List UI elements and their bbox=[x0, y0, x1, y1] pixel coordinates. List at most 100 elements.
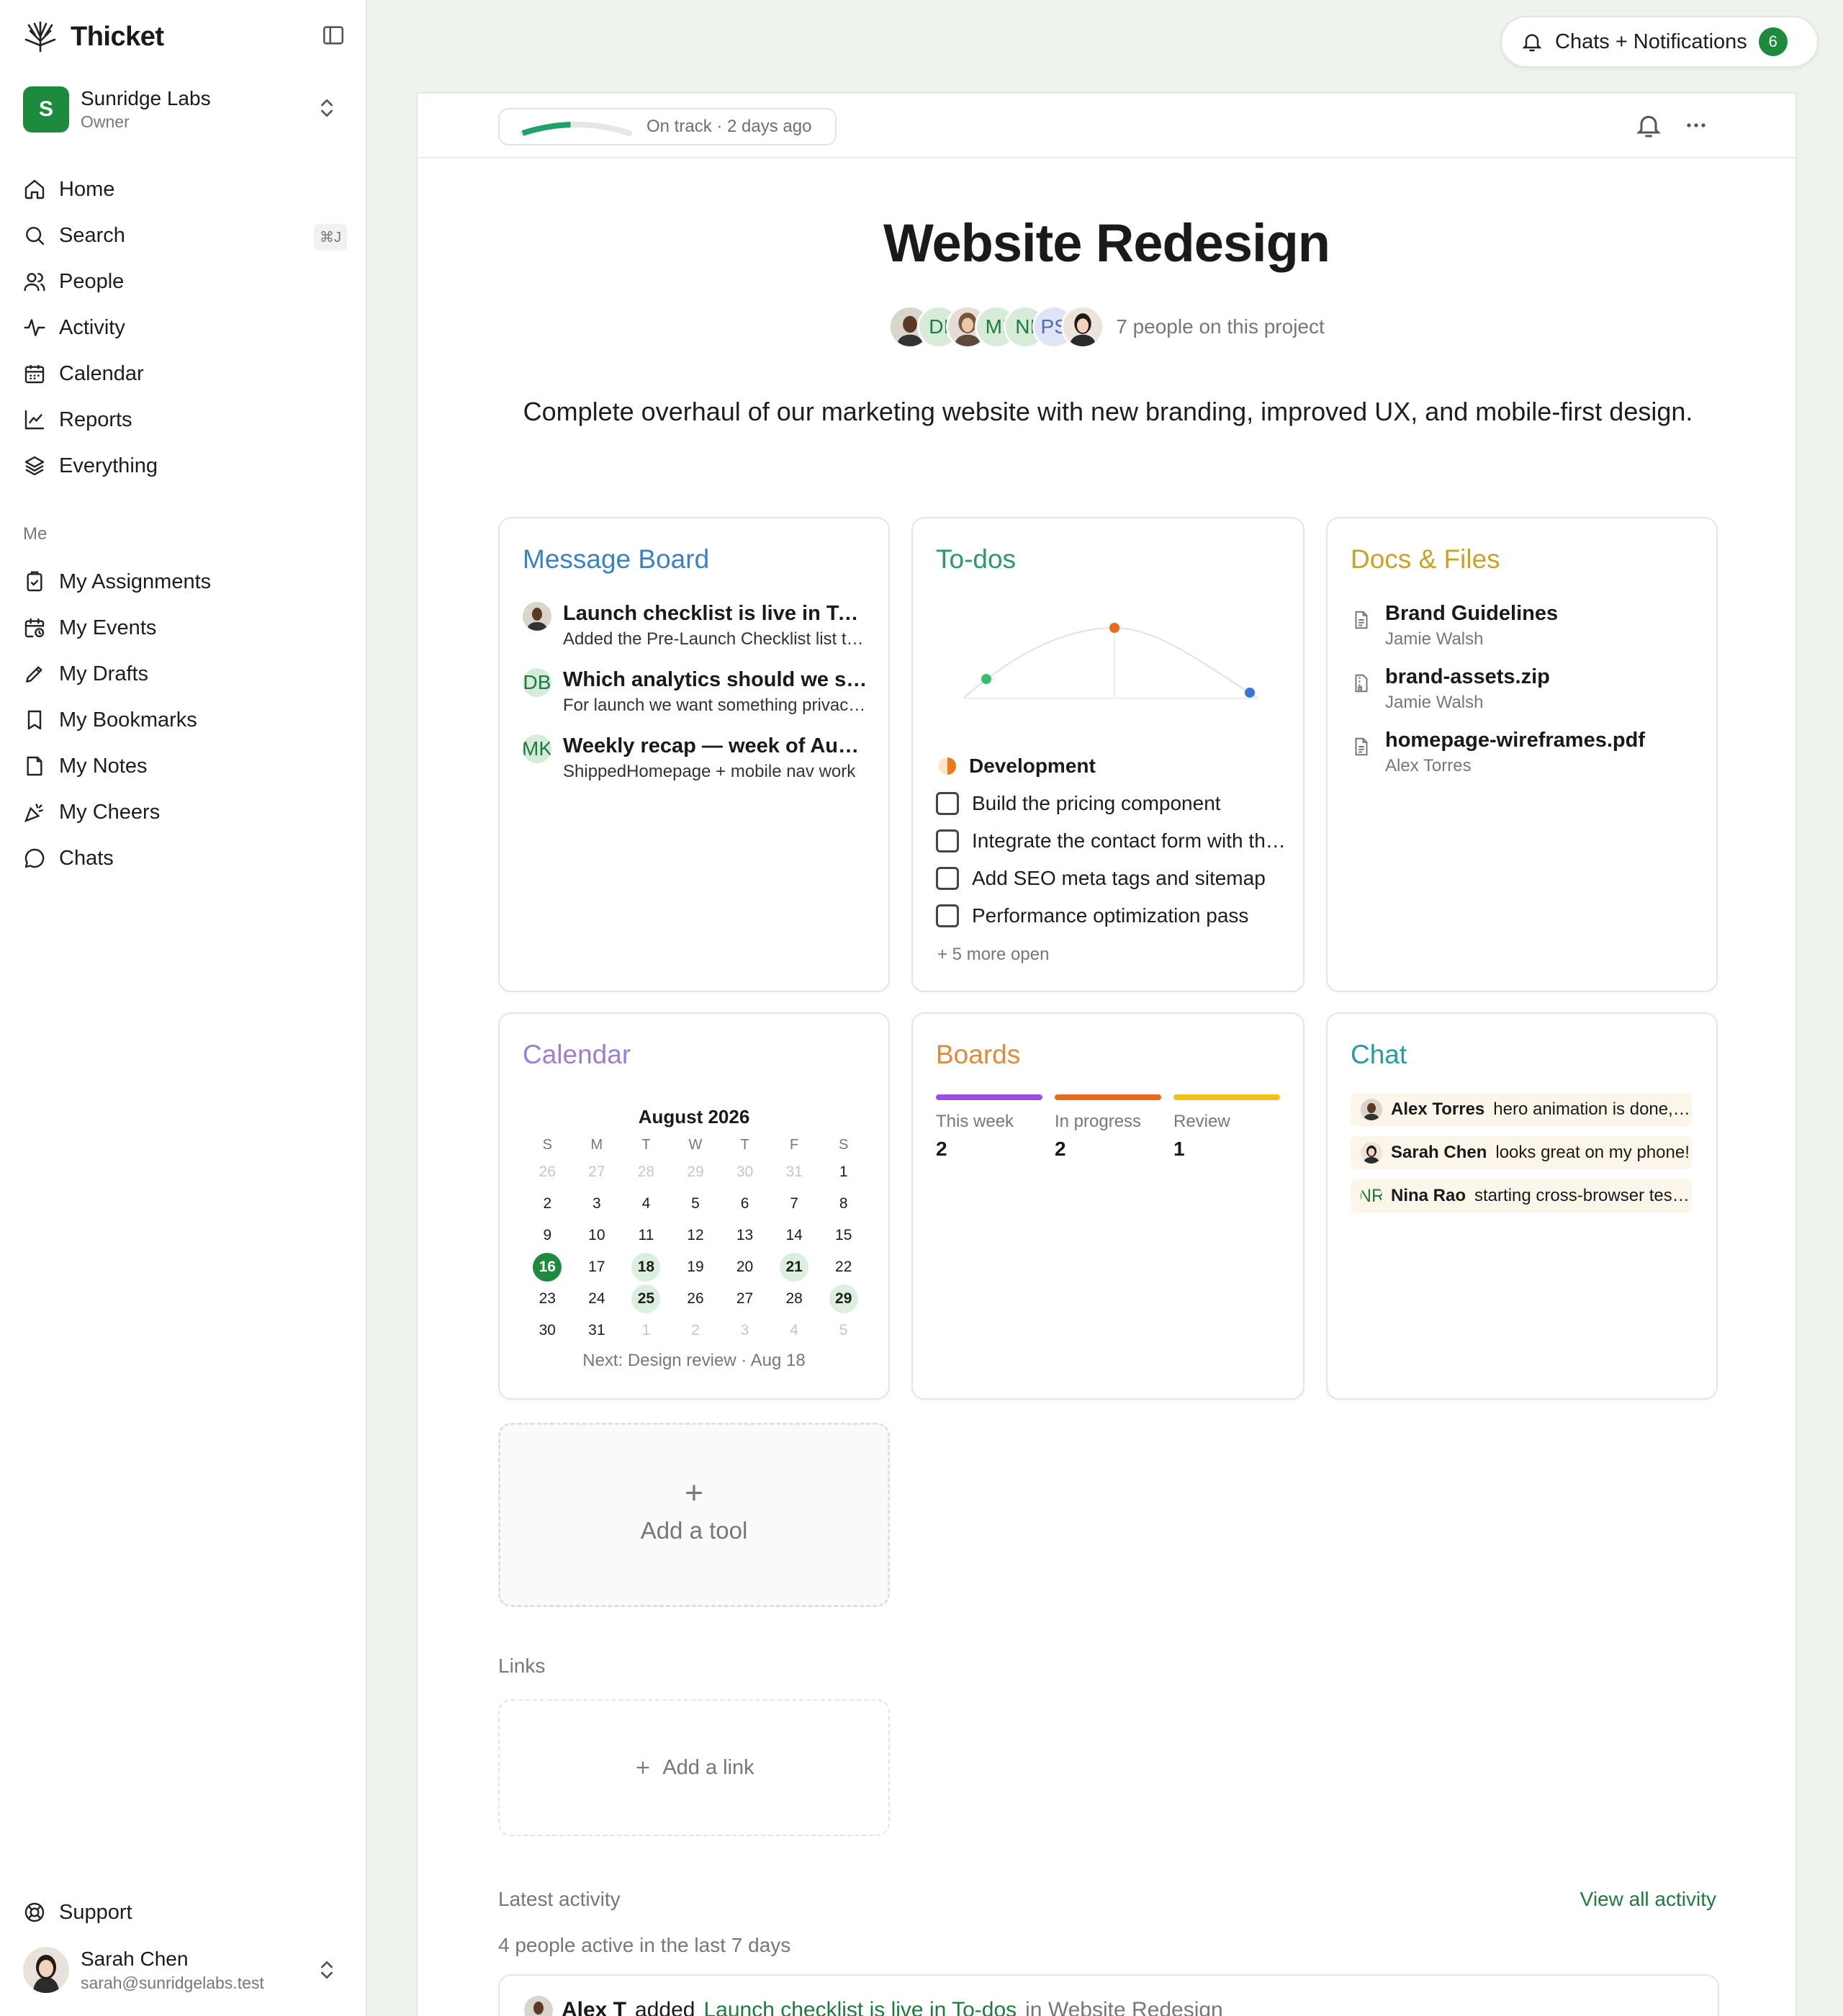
calendar-day[interactable]: 12 bbox=[671, 1220, 721, 1251]
activity-entry[interactable]: Alex T added Launch checklist is live in… bbox=[524, 1996, 1223, 2016]
project-notifications-button[interactable] bbox=[1634, 111, 1663, 143]
calendar-day[interactable]: 26 bbox=[671, 1283, 721, 1315]
calendar-day[interactable]: 23 bbox=[523, 1283, 572, 1315]
calendar-day[interactable]: 8 bbox=[819, 1188, 868, 1220]
nav-search[interactable]: Search ⌘J bbox=[23, 212, 347, 258]
calendar-day-event[interactable]: 29 bbox=[819, 1283, 868, 1315]
calendar-day[interactable]: 31 bbox=[770, 1156, 819, 1188]
project-people[interactable]: DI MI NI PS 7 people on this project bbox=[418, 305, 1795, 348]
doc-item[interactable]: brand-assets.zip Jamie Walsh bbox=[1351, 665, 1696, 723]
calendar-day[interactable]: 7 bbox=[770, 1188, 819, 1220]
calendar-day[interactable]: 3 bbox=[720, 1315, 770, 1346]
nav-my-assignments[interactable]: My Assignments bbox=[23, 559, 347, 605]
message-item[interactable]: DB Which analytics should we switch to? … bbox=[523, 668, 868, 726]
calendar-day[interactable]: 5 bbox=[671, 1188, 721, 1220]
todo-list-header[interactable]: Development bbox=[937, 755, 1096, 778]
todo-item[interactable]: Performance optimization pass bbox=[936, 904, 1296, 927]
todo-checkbox[interactable] bbox=[936, 829, 959, 852]
todo-item[interactable]: Add SEO meta tags and sitemap bbox=[936, 867, 1296, 890]
calendar-day[interactable]: 30 bbox=[523, 1315, 572, 1346]
calendar-card[interactable]: Calendar August 2026 S M T W T F S 26 27 28 29 30 31… bbox=[498, 1012, 890, 1400]
nav-home[interactable]: Home bbox=[23, 166, 347, 212]
docs-files-card[interactable]: Docs & Files Brand Guidelines Jamie Wals… bbox=[1326, 517, 1718, 992]
chat-message[interactable]: Alex Torres hero animation is done, take… bbox=[1351, 1093, 1692, 1126]
calendar-day[interactable]: 4 bbox=[621, 1188, 671, 1220]
hill-dot[interactable] bbox=[981, 674, 991, 684]
activity-card[interactable]: Alex T added Launch checklist is live in… bbox=[498, 1974, 1719, 2016]
board-column[interactable]: In progress 2 bbox=[1055, 1094, 1161, 1161]
message-item[interactable]: MK Weekly recap — week of August 10 Ship… bbox=[523, 734, 868, 792]
board-column[interactable]: This week 2 bbox=[936, 1094, 1042, 1161]
calendar-day[interactable]: 14 bbox=[770, 1220, 819, 1251]
calendar-day[interactable]: 17 bbox=[572, 1251, 622, 1283]
doc-item[interactable]: Brand Guidelines Jamie Walsh bbox=[1351, 602, 1696, 660]
calendar-day-event[interactable]: 25 bbox=[621, 1283, 671, 1315]
calendar-day[interactable]: 27 bbox=[572, 1156, 622, 1188]
calendar-day[interactable]: 9 bbox=[523, 1220, 572, 1251]
calendar-day-today[interactable]: 16 bbox=[523, 1251, 572, 1283]
calendar-day[interactable]: 29 bbox=[671, 1156, 721, 1188]
calendar-day[interactable]: 2 bbox=[671, 1315, 721, 1346]
nav-activity[interactable]: Activity bbox=[23, 305, 347, 351]
calendar-day-event[interactable]: 18 bbox=[621, 1251, 671, 1283]
calendar-day-event[interactable]: 21 bbox=[770, 1251, 819, 1283]
chat-message[interactable]: Sarah Chen looks great on my phone! bbox=[1351, 1136, 1692, 1169]
doc-item[interactable]: homepage-wireframes.pdf Alex Torres bbox=[1351, 729, 1696, 786]
calendar-day[interactable]: 11 bbox=[621, 1220, 671, 1251]
project-more-button[interactable] bbox=[1682, 111, 1711, 143]
chats-notifications-button[interactable]: Chats + Notifications 6 bbox=[1500, 16, 1819, 68]
calendar-day[interactable]: 28 bbox=[621, 1156, 671, 1188]
calendar-day[interactable]: 24 bbox=[572, 1283, 622, 1315]
calendar-day[interactable]: 22 bbox=[819, 1251, 868, 1283]
todo-checkbox[interactable] bbox=[936, 867, 959, 890]
brand[interactable]: Thicket bbox=[23, 19, 164, 55]
workspace-switcher[interactable]: S Sunridge Labs Owner bbox=[23, 85, 347, 134]
user-profile-menu[interactable]: Sarah Chen sarah@sunridgelabs.test bbox=[23, 1944, 347, 1996]
calendar-day[interactable]: 26 bbox=[523, 1156, 572, 1188]
calendar-day[interactable]: 1 bbox=[621, 1315, 671, 1346]
calendar-day[interactable]: 5 bbox=[819, 1315, 868, 1346]
calendar-day[interactable]: 1 bbox=[819, 1156, 868, 1188]
view-all-activity-link[interactable]: View all activity bbox=[1580, 1888, 1716, 1911]
chat-card[interactable]: Chat Alex Torres hero animation is done,… bbox=[1326, 1012, 1718, 1400]
board-column[interactable]: Review 1 bbox=[1173, 1094, 1280, 1161]
add-tool-button[interactable]: + Add a tool bbox=[498, 1423, 890, 1607]
hill-dot[interactable] bbox=[1109, 623, 1119, 633]
add-link-button[interactable]: Add a link bbox=[498, 1699, 890, 1836]
nav-my-events[interactable]: My Events bbox=[23, 605, 347, 651]
hill-dot[interactable] bbox=[1245, 688, 1255, 698]
boards-card[interactable]: Boards This week 2 In progress 2 Review … bbox=[911, 1012, 1304, 1400]
activity-actor[interactable]: Alex T bbox=[562, 1998, 626, 2016]
todo-item[interactable]: Build the pricing component bbox=[936, 792, 1296, 815]
todo-checkbox[interactable] bbox=[936, 904, 959, 927]
calendar-day[interactable]: 4 bbox=[770, 1315, 819, 1346]
nav-my-cheers[interactable]: My Cheers bbox=[23, 789, 347, 835]
calendar-day[interactable]: 6 bbox=[720, 1188, 770, 1220]
calendar-day[interactable]: 13 bbox=[720, 1220, 770, 1251]
calendar-day[interactable]: 15 bbox=[819, 1220, 868, 1251]
more-open-todos-link[interactable]: + 5 more open bbox=[937, 945, 1049, 965]
nav-everything[interactable]: Everything bbox=[23, 443, 347, 489]
todo-checkbox[interactable] bbox=[936, 792, 959, 815]
calendar-day[interactable]: 20 bbox=[720, 1251, 770, 1283]
todo-item[interactable]: Integrate the contact form with the CRM bbox=[936, 829, 1296, 852]
nav-my-drafts[interactable]: My Drafts bbox=[23, 651, 347, 697]
chat-message[interactable]: NR Nina Rao starting cross-browser testi… bbox=[1351, 1179, 1692, 1212]
calendar-day[interactable]: 2 bbox=[523, 1188, 572, 1220]
nav-calendar[interactable]: Calendar bbox=[23, 351, 347, 397]
calendar-day[interactable]: 31 bbox=[572, 1315, 622, 1346]
todos-card[interactable]: To-dos Development Build the pricing com… bbox=[911, 517, 1304, 992]
nav-my-bookmarks[interactable]: My Bookmarks bbox=[23, 697, 347, 743]
calendar-day[interactable]: 19 bbox=[671, 1251, 721, 1283]
calendar-day[interactable]: 30 bbox=[720, 1156, 770, 1188]
calendar-day[interactable]: 10 bbox=[572, 1220, 622, 1251]
nav-chats[interactable]: Chats bbox=[23, 835, 347, 881]
calendar-day[interactable]: 28 bbox=[770, 1283, 819, 1315]
activity-target-link[interactable]: Launch checklist is live in To-dos bbox=[703, 1998, 1017, 2016]
collapse-sidebar-button[interactable] bbox=[321, 23, 348, 50]
project-status-pill[interactable]: On track · 2 days ago bbox=[498, 108, 837, 145]
nav-reports[interactable]: Reports bbox=[23, 397, 347, 443]
nav-support[interactable]: Support bbox=[23, 1889, 347, 1935]
nav-people[interactable]: People bbox=[23, 258, 347, 305]
calendar-day[interactable]: 3 bbox=[572, 1188, 622, 1220]
